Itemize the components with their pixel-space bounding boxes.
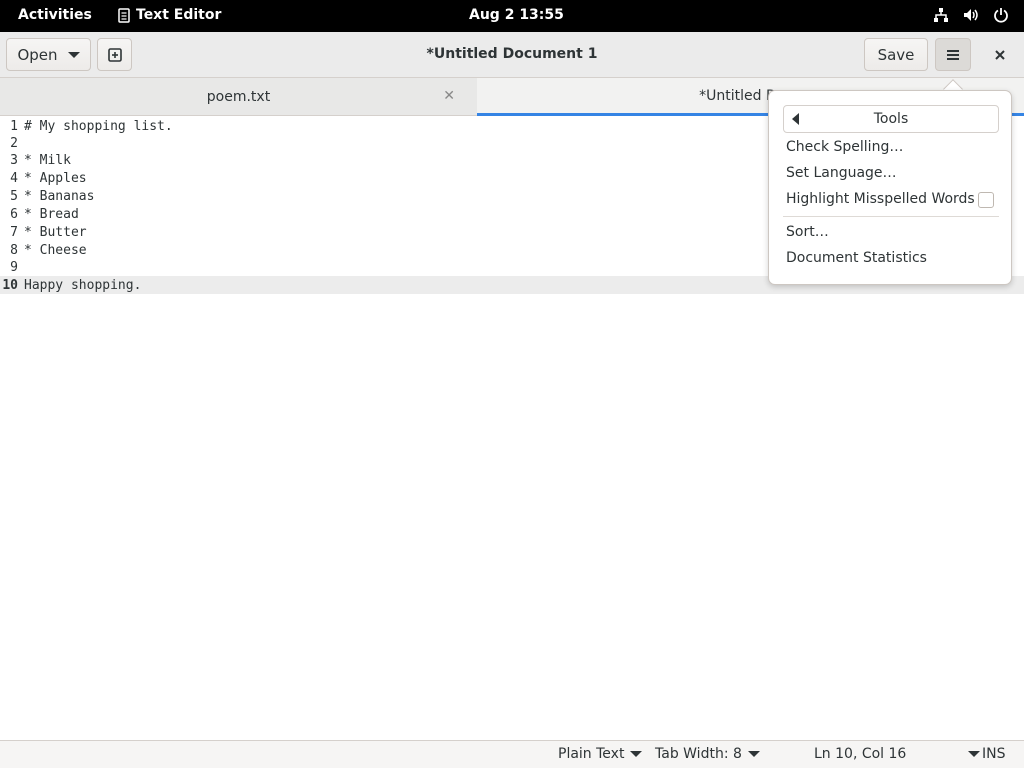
menu-item-sort[interactable]: Sort…: [786, 224, 829, 240]
cursor-position: Ln 10, Col 16: [814, 746, 907, 762]
tools-popover-menu: Tools Check Spelling… Set Language… High…: [768, 90, 1012, 285]
volume-icon[interactable]: [962, 6, 980, 24]
main-menu-button[interactable]: [935, 38, 971, 71]
language-label: Plain Text: [558, 746, 625, 762]
line-text[interactable]: * Apples: [20, 171, 87, 186]
chevron-down-icon: [968, 751, 981, 757]
line-number: 5: [10, 188, 18, 204]
line-number: 9: [10, 259, 18, 275]
document-icon: [118, 7, 130, 23]
open-button[interactable]: Open: [6, 38, 91, 71]
line-number: 2: [10, 135, 18, 151]
line-text[interactable]: # My shopping list.: [20, 119, 173, 134]
tools-submenu-header[interactable]: Tools: [783, 105, 999, 133]
tools-header-label: Tools: [873, 111, 909, 127]
menu-item-highlight-misspelled[interactable]: Highlight Misspelled Words: [786, 191, 975, 207]
line-text[interactable]: * Milk: [20, 153, 71, 168]
highlight-misspelled-checkbox[interactable]: [978, 192, 994, 208]
line-number: 6: [10, 206, 18, 222]
save-button[interactable]: Save: [864, 38, 928, 71]
chevron-down-icon: [67, 51, 80, 58]
power-icon[interactable]: [992, 6, 1010, 24]
network-icon[interactable]: [932, 6, 950, 24]
insert-mode[interactable]: INS: [982, 746, 1006, 762]
line-number: 3: [10, 152, 18, 168]
language-selector[interactable]: Plain Text: [558, 746, 643, 762]
clock[interactable]: Aug 2 13:55: [469, 7, 564, 23]
menu-item-document-statistics[interactable]: Document Statistics: [786, 250, 927, 266]
app-menu[interactable]: Text Editor: [118, 7, 221, 23]
line-text[interactable]: Happy shopping.: [20, 278, 141, 293]
new-tab-icon: [107, 47, 122, 62]
close-icon: [995, 50, 1005, 60]
chevron-down-icon: [630, 751, 643, 757]
status-bar: Plain Text Tab Width: 8 Ln 10, Col 16 IN…: [0, 740, 1024, 768]
line-number: 1: [10, 118, 18, 134]
line-text[interactable]: * Bread: [20, 207, 79, 222]
activities-button[interactable]: Activities: [18, 7, 92, 23]
tab-label: poem.txt: [206, 89, 271, 105]
line-text[interactable]: * Butter: [20, 225, 87, 240]
back-arrow-icon: [792, 113, 799, 125]
window-close-button[interactable]: [986, 41, 1014, 69]
open-button-label: Open: [17, 45, 58, 64]
tab-width-selector[interactable]: Tab Width: 8: [655, 746, 760, 762]
line-number: 8: [10, 242, 18, 258]
system-tray[interactable]: [932, 6, 1010, 24]
chevron-down-icon: [747, 751, 760, 757]
hamburger-icon: [947, 49, 959, 60]
menu-item-check-spelling[interactable]: Check Spelling…: [786, 139, 903, 155]
line-text[interactable]: * Bananas: [20, 189, 94, 204]
tab-width-label: Tab Width: 8: [655, 746, 742, 762]
line-number: 7: [10, 224, 18, 240]
new-tab-button[interactable]: [97, 38, 132, 71]
insert-mode-label: INS: [982, 746, 1006, 762]
app-name: Text Editor: [136, 7, 222, 23]
line-text[interactable]: * Cheese: [20, 243, 87, 258]
system-top-bar: Activities Text Editor Aug 2 13:55: [0, 0, 1024, 32]
line-number: 10: [2, 277, 18, 293]
tab-poem[interactable]: poem.txt ✕: [0, 78, 477, 116]
cursor-position-selector[interactable]: Ln 10, Col 16: [814, 746, 981, 762]
menu-separator: [783, 216, 999, 217]
header-bar: Open *Untitled Document 1 Save: [0, 32, 1024, 78]
tab-close-icon[interactable]: ✕: [443, 88, 455, 104]
line-number: 4: [10, 170, 18, 186]
menu-item-set-language[interactable]: Set Language…: [786, 165, 897, 181]
